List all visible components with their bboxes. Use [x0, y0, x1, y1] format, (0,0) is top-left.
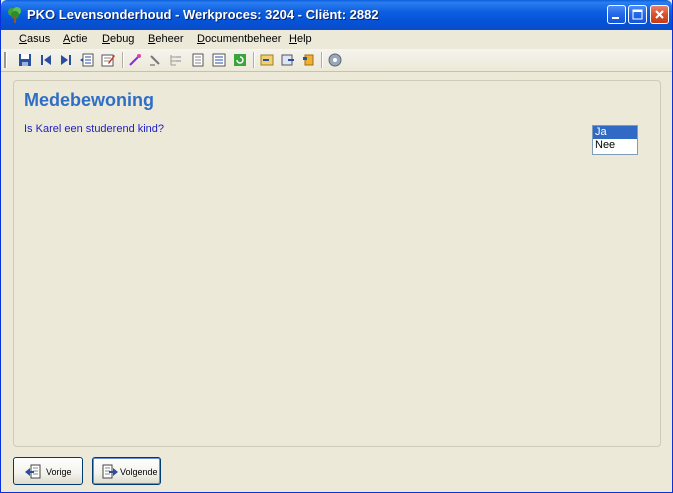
menu-documentbeheer[interactable]: Documentbeheer	[197, 33, 281, 45]
first-record-icon[interactable]	[38, 52, 54, 68]
toolbar-separator	[253, 52, 255, 68]
previous-label: Vorige	[46, 467, 72, 477]
minimize-icon	[612, 17, 619, 19]
save-icon[interactable]	[17, 52, 33, 68]
menu-debug[interactable]: Debug	[102, 33, 134, 45]
answer-listbox[interactable]: Ja Nee	[592, 125, 638, 155]
toolbar	[1, 49, 672, 72]
menu-mnemonic: D	[102, 33, 110, 45]
menu-label: eheer	[155, 33, 184, 45]
report-icon[interactable]	[211, 52, 227, 68]
menu-label: ebug	[109, 33, 135, 45]
application-window: PKO Levensonderhoud - Werkproces: 3204 -…	[0, 0, 673, 493]
menu-label: ocumentbeheer	[204, 33, 282, 45]
option-ja[interactable]: Ja	[593, 126, 637, 139]
option-nee[interactable]: Nee	[593, 139, 637, 152]
menu-mnemonic: C	[19, 33, 27, 45]
settings-icon[interactable]	[327, 52, 343, 68]
page-title: Medebewoning	[24, 90, 154, 110]
maximize-button[interactable]	[628, 5, 647, 24]
close-icon	[655, 10, 664, 19]
previous-button[interactable]: Vorige	[13, 457, 83, 485]
minimize-button[interactable]	[607, 5, 626, 24]
question-label: Is Karel een studerend kind?	[24, 123, 165, 135]
tree-icon	[8, 7, 21, 23]
document-list-icon[interactable]	[79, 52, 95, 68]
toolbar-separator	[321, 52, 323, 68]
last-record-icon[interactable]	[58, 52, 74, 68]
menu-label: ctie	[70, 33, 88, 45]
export-icon[interactable]	[280, 52, 296, 68]
refresh-icon[interactable]	[232, 52, 248, 68]
menu-bar: Casus Actie Debug Beheer Documentbeheer …	[1, 30, 672, 49]
menu-help[interactable]: Help	[289, 33, 312, 45]
next-icon	[102, 464, 118, 479]
previous-icon	[25, 464, 41, 479]
close-button[interactable]	[650, 5, 669, 24]
tree-view-icon[interactable]	[168, 52, 184, 68]
menu-label: elp	[296, 33, 312, 45]
next-button[interactable]: Volgende	[92, 457, 161, 485]
menu-actie[interactable]: Actie	[63, 33, 87, 45]
menu-mnemonic: H	[289, 33, 297, 45]
maximize-icon	[632, 9, 643, 20]
database-icon[interactable]	[301, 52, 317, 68]
toolbar-grip[interactable]	[4, 52, 7, 68]
document-icon[interactable]	[190, 52, 206, 68]
window-title: PKO Levensonderhoud - Werkproces: 3204 -…	[27, 7, 379, 22]
sort-icon[interactable]	[127, 52, 143, 68]
toolbar-separator	[122, 52, 124, 68]
next-label: Volgende	[120, 467, 158, 477]
edit-document-icon[interactable]	[100, 52, 116, 68]
content-panel: Medebewoning Is Karel een studerend kind…	[13, 80, 661, 447]
import-icon[interactable]	[259, 52, 275, 68]
title-bar[interactable]: PKO Levensonderhoud - Werkproces: 3204 -…	[1, 0, 672, 30]
menu-casus[interactable]: Casus	[19, 33, 50, 45]
menu-label: asus	[26, 33, 51, 45]
sort-descending-icon[interactable]	[147, 52, 163, 68]
menu-beheer[interactable]: Beheer	[148, 33, 183, 45]
menu-mnemonic: D	[197, 33, 205, 45]
